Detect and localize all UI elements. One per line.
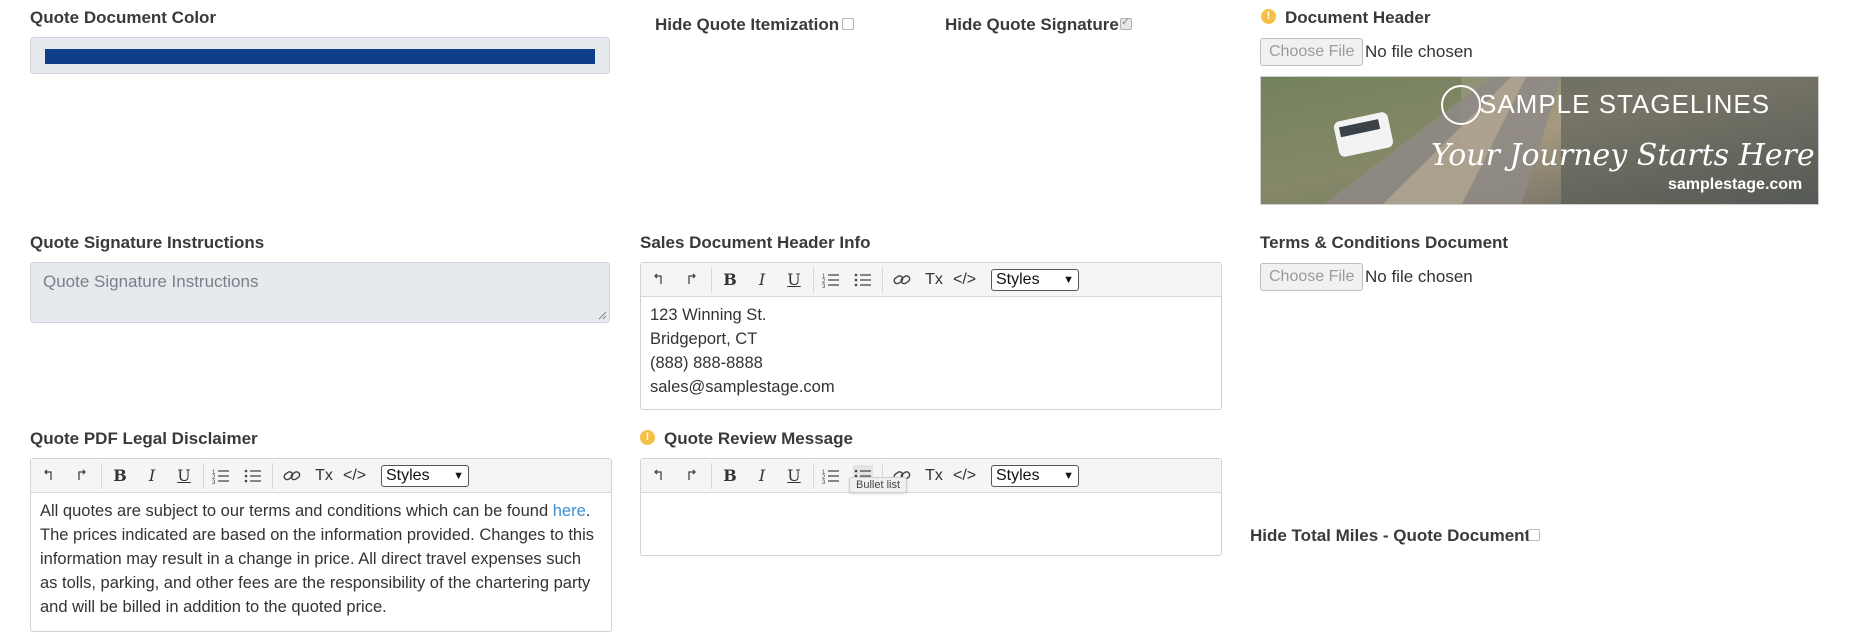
italic-button[interactable]: I <box>752 465 772 487</box>
numbered-list-icon[interactable]: 123 <box>211 465 231 487</box>
clear-format-button[interactable]: Tx <box>924 269 944 291</box>
editor-toolbar: B I U 123 Tx </> Styles ▼ <box>31 459 611 493</box>
color-swatch <box>45 49 595 64</box>
disclaimer-text: All quotes are subject to our terms and … <box>40 502 553 520</box>
address-line: 123 Winning St. <box>650 306 767 324</box>
toolbar-separator <box>882 267 883 293</box>
resize-handle-icon[interactable] <box>597 310 607 320</box>
toolbar-separator <box>711 463 712 489</box>
bold-button[interactable]: B <box>720 269 740 291</box>
styles-select-value: Styles <box>996 271 1040 288</box>
quote-signature-instructions-textarea[interactable]: Quote Signature Instructions <box>30 262 610 323</box>
info-icon[interactable]: ! <box>1261 9 1276 24</box>
link-icon[interactable] <box>282 465 302 487</box>
header-tagline-text: Your Journey Starts Here <box>1431 138 1815 173</box>
clear-format-button[interactable]: Tx <box>314 465 334 487</box>
bold-button[interactable]: B <box>720 465 740 487</box>
address-line: Bridgeport, CT <box>650 330 758 348</box>
header-banner-graphic: SAMPLE STAGELINES Your Journey Starts He… <box>1261 77 1818 204</box>
bold-button[interactable]: B <box>110 465 130 487</box>
quote-signature-instructions-label: Quote Signature Instructions <box>30 233 265 252</box>
hide-quote-itemization-label: Hide Quote Itemization <box>655 15 840 34</box>
clear-format-button[interactable]: Tx <box>924 465 944 487</box>
redo-icon[interactable] <box>681 269 701 291</box>
address-line: (888) 888-8888 <box>650 354 763 372</box>
quote-review-message-editor[interactable]: B I U 123 Tx </> Styles ▼ <box>640 458 1222 556</box>
quote-review-message-label: Quote Review Message <box>664 429 853 448</box>
legal-disclaimer-editor[interactable]: B I U 123 Tx </> Styles ▼ All quotes are … <box>30 458 612 632</box>
source-code-button[interactable]: </> <box>953 269 976 291</box>
italic-button[interactable]: I <box>142 465 162 487</box>
toolbar-separator <box>813 267 814 293</box>
hide-total-miles-label: Hide Total Miles - Quote Document <box>1250 526 1531 545</box>
styles-select[interactable]: Styles ▼ <box>991 269 1079 291</box>
sales-document-header-info-label: Sales Document Header Info <box>640 233 871 252</box>
terms-choose-file-button[interactable]: Choose File <box>1260 263 1364 291</box>
terms-conditions-document-label: Terms & Conditions Document <box>1260 233 1509 252</box>
svg-text:3: 3 <box>822 284 826 288</box>
toolbar-separator <box>711 267 712 293</box>
underline-button[interactable]: U <box>174 465 194 487</box>
bullet-list-tooltip: Bullet list <box>849 477 908 493</box>
chevron-down-icon: ▼ <box>1063 274 1074 286</box>
document-header-file-status: No file chosen <box>1365 42 1473 61</box>
header-brand-text: SAMPLE STAGELINES <box>1479 89 1770 119</box>
editor-toolbar: B I U 123 Tx </> Styles ▼ <box>641 263 1221 297</box>
styles-select[interactable]: Styles ▼ <box>991 465 1079 487</box>
undo-icon[interactable] <box>649 465 669 487</box>
undo-icon[interactable] <box>39 465 59 487</box>
numbered-list-icon[interactable]: 123 <box>821 269 841 291</box>
document-header-image: SAMPLE STAGELINES Your Journey Starts He… <box>1260 76 1819 205</box>
underline-button[interactable]: U <box>784 269 804 291</box>
terms-link[interactable]: here <box>553 502 586 520</box>
source-code-button[interactable]: </> <box>953 465 976 487</box>
redo-icon[interactable] <box>681 465 701 487</box>
toolbar-separator <box>813 463 814 489</box>
header-website-text: samplestage.com <box>1668 176 1802 193</box>
svg-text:3: 3 <box>822 480 826 484</box>
terms-file-status: No file chosen <box>1365 267 1473 286</box>
redo-icon[interactable] <box>71 465 91 487</box>
info-icon[interactable]: ! <box>640 430 655 445</box>
numbered-list-icon[interactable]: 123 <box>821 465 841 487</box>
link-icon[interactable] <box>892 269 912 291</box>
underline-button[interactable]: U <box>784 465 804 487</box>
sales-document-header-info-editor[interactable]: B I U 123 Tx </> Styles ▼ 123 Winning St.… <box>640 262 1222 410</box>
quote-signature-instructions-placeholder: Quote Signature Instructions <box>43 272 259 291</box>
hide-quote-itemization-checkbox[interactable] <box>842 18 854 30</box>
editor-content[interactable]: All quotes are subject to our terms and … <box>31 493 611 625</box>
editor-toolbar: B I U 123 Tx </> Styles ▼ <box>641 459 1221 493</box>
styles-select-value: Styles <box>996 467 1040 484</box>
toolbar-separator <box>101 463 102 489</box>
italic-button[interactable]: I <box>752 269 772 291</box>
undo-icon[interactable] <box>649 269 669 291</box>
toolbar-separator <box>272 463 273 489</box>
quote-document-color-input[interactable] <box>30 37 610 74</box>
hide-quote-signature-label: Hide Quote Signature <box>945 15 1119 34</box>
source-code-button[interactable]: </> <box>343 465 366 487</box>
document-header-choose-file-button[interactable]: Choose File <box>1260 38 1364 66</box>
hide-quote-signature-checkbox[interactable] <box>1120 15 1132 30</box>
address-line: sales@samplestage.com <box>650 378 835 396</box>
hide-total-miles-checkbox[interactable] <box>1528 529 1540 541</box>
document-header-label: Document Header <box>1285 8 1431 27</box>
styles-select-value: Styles <box>386 467 430 484</box>
editor-content[interactable] <box>641 493 1221 505</box>
toolbar-separator <box>203 463 204 489</box>
bullet-list-icon[interactable] <box>243 465 263 487</box>
quote-document-color-label: Quote Document Color <box>30 8 217 27</box>
styles-select[interactable]: Styles ▼ <box>381 465 469 487</box>
editor-content[interactable]: 123 Winning St. Bridgeport, CT (888) 888… <box>641 297 1221 405</box>
bullet-list-icon[interactable] <box>853 269 873 291</box>
chevron-down-icon: ▼ <box>1063 470 1074 482</box>
svg-text:3: 3 <box>212 480 216 484</box>
chevron-down-icon: ▼ <box>453 470 464 482</box>
quote-pdf-legal-disclaimer-label: Quote PDF Legal Disclaimer <box>30 429 258 448</box>
